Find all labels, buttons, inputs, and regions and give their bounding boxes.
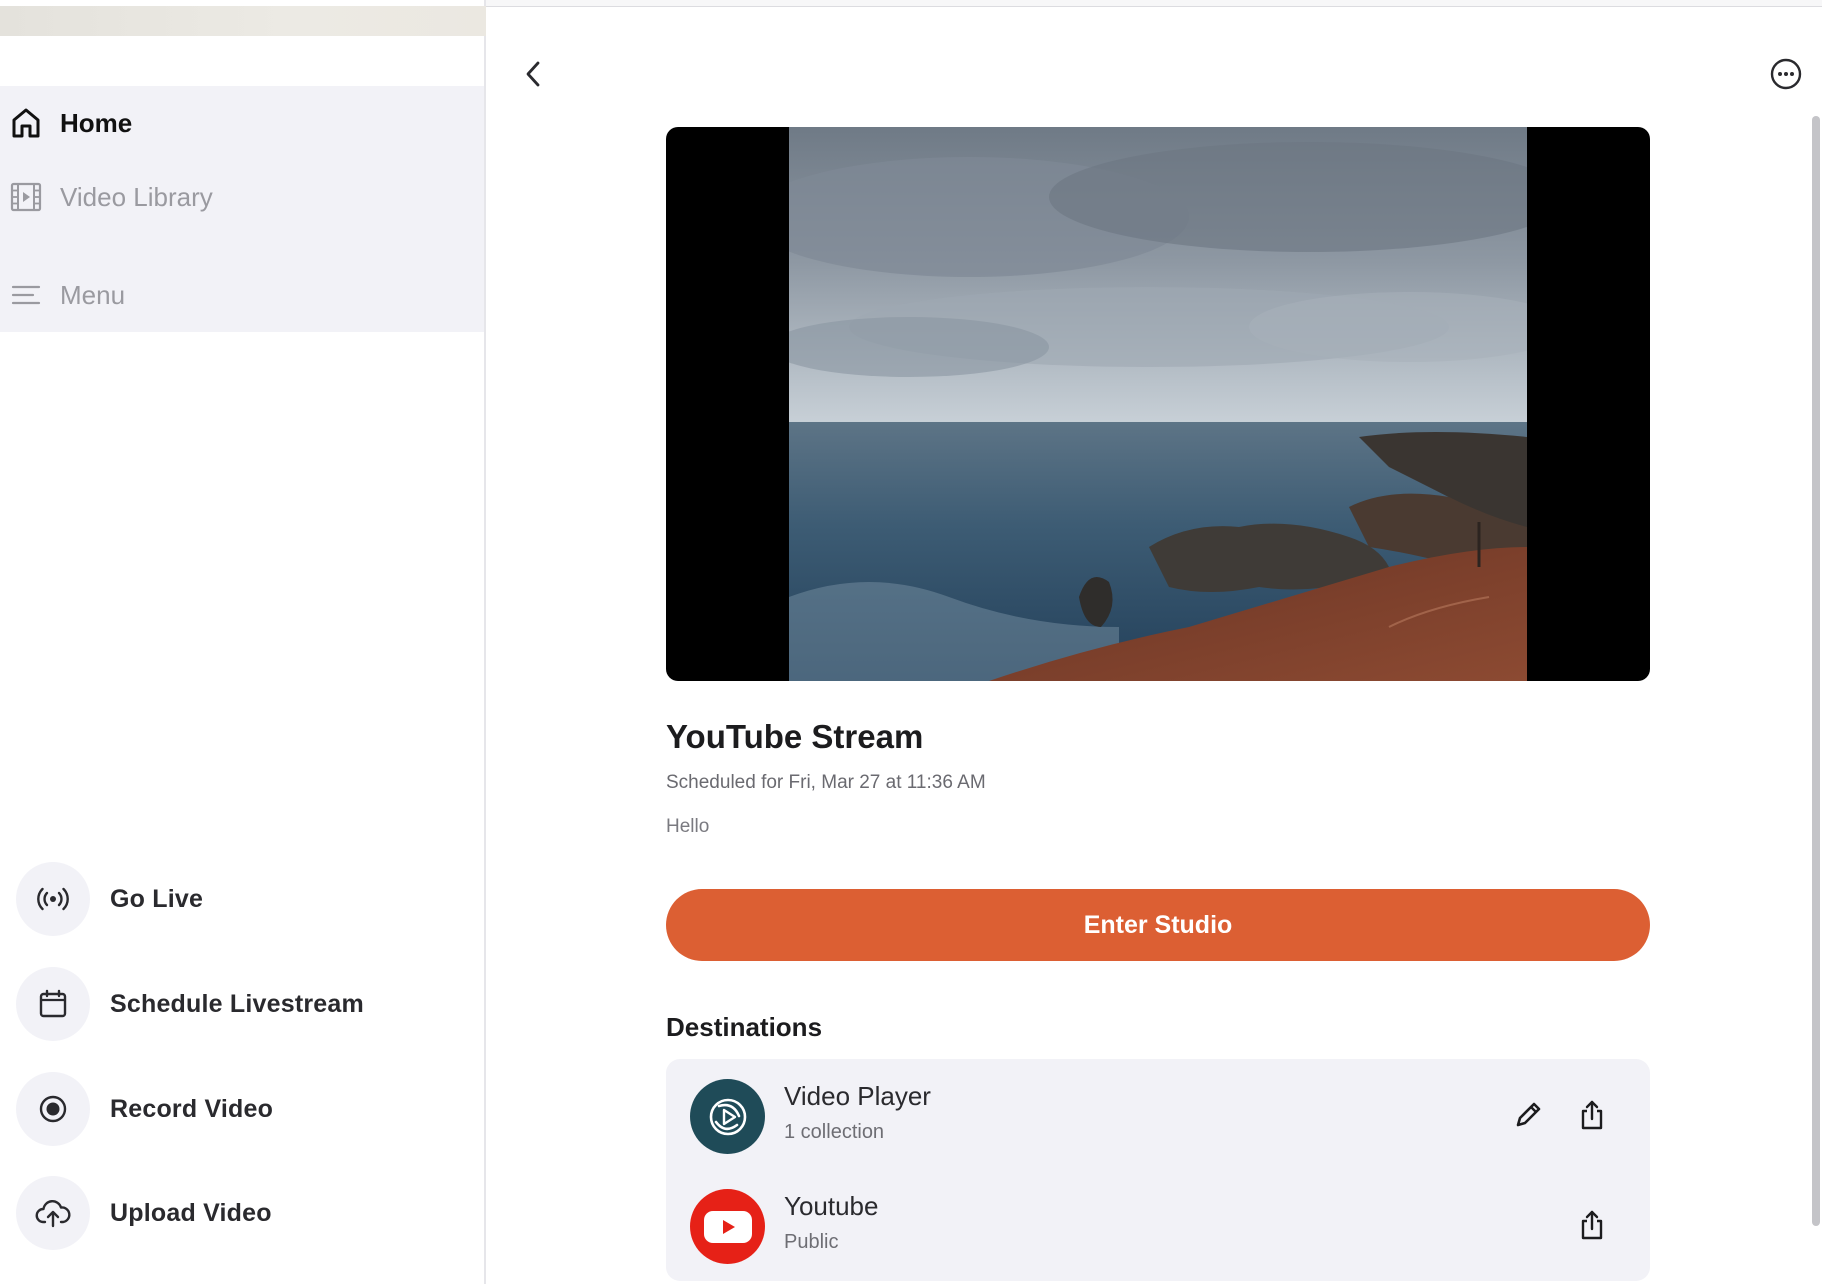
- destinations-list: Video Player 1 collection Youtube Public: [666, 1059, 1650, 1281]
- share-icon: [1577, 1209, 1607, 1246]
- enter-studio-button[interactable]: Enter Studio: [666, 889, 1650, 961]
- home-icon: [9, 106, 43, 140]
- schedule-livestream-label: Schedule Livestream: [110, 989, 364, 1018]
- calendar-icon: [16, 967, 90, 1041]
- video-thumbnail-image: [789, 127, 1527, 681]
- youtube-logo: [690, 1189, 765, 1264]
- window-top-edge: [486, 0, 1822, 7]
- record-icon: [16, 1072, 90, 1146]
- video-preview[interactable]: [666, 127, 1650, 681]
- sidebar-header-strip: [0, 6, 486, 36]
- video-player-logo: [690, 1079, 765, 1154]
- go-live-button[interactable]: Go Live: [16, 861, 476, 937]
- share-icon: [1577, 1099, 1607, 1136]
- destination-name: Video Player: [784, 1081, 931, 1111]
- destination-row-youtube[interactable]: Youtube Public: [666, 1177, 1650, 1277]
- pencil-icon: [1513, 1100, 1543, 1135]
- destinations-heading: Destinations: [666, 1012, 823, 1042]
- share-destination-button[interactable]: [1572, 1097, 1612, 1137]
- back-button[interactable]: [514, 56, 554, 96]
- stream-schedule: Scheduled for Fri, Mar 27 at 11:36 AM: [666, 772, 986, 793]
- scrollbar[interactable]: [1812, 116, 1822, 1226]
- destination-subtitle: Public: [784, 1231, 839, 1253]
- destination-subtitle: 1 collection: [784, 1121, 885, 1143]
- film-icon: [9, 180, 43, 214]
- destination-row-video-player[interactable]: Video Player 1 collection: [666, 1067, 1650, 1167]
- record-video-button[interactable]: Record Video: [16, 1071, 476, 1147]
- sidebar-item-label: Video Library: [60, 181, 213, 212]
- main-content: YouTube Stream Scheduled for Fri, Mar 27…: [486, 0, 1822, 1284]
- scrollbar-thumb[interactable]: [1812, 116, 1820, 1226]
- sidebar-item-label: Menu: [60, 279, 126, 310]
- destination-name: Youtube: [784, 1191, 879, 1221]
- record-video-label: Record Video: [110, 1094, 274, 1123]
- edit-destination-button[interactable]: [1508, 1097, 1548, 1137]
- stream-title: YouTube Stream: [666, 718, 924, 755]
- go-live-label: Go Live: [110, 884, 204, 913]
- broadcast-icon: [16, 862, 90, 936]
- chevron-left-icon: [522, 59, 546, 94]
- cloud-upload-icon: [16, 1176, 90, 1250]
- schedule-livestream-button[interactable]: Schedule Livestream: [16, 966, 476, 1042]
- menu-icon: [9, 278, 43, 312]
- sidebar-item-home[interactable]: Home: [0, 91, 484, 155]
- more-options-button[interactable]: [1764, 54, 1808, 98]
- upload-video-label: Upload Video: [110, 1198, 272, 1227]
- sidebar-item-menu[interactable]: Menu: [0, 263, 484, 327]
- stream-description: Hello: [666, 816, 710, 837]
- sidebar: Home Video Library Menu Go Live Schedule…: [0, 0, 486, 1284]
- upload-video-button[interactable]: Upload Video: [16, 1175, 476, 1251]
- share-destination-button[interactable]: [1572, 1207, 1612, 1247]
- sidebar-item-video-library[interactable]: Video Library: [0, 165, 484, 229]
- more-options-icon: [1769, 57, 1803, 96]
- sidebar-item-label: Home: [60, 107, 133, 138]
